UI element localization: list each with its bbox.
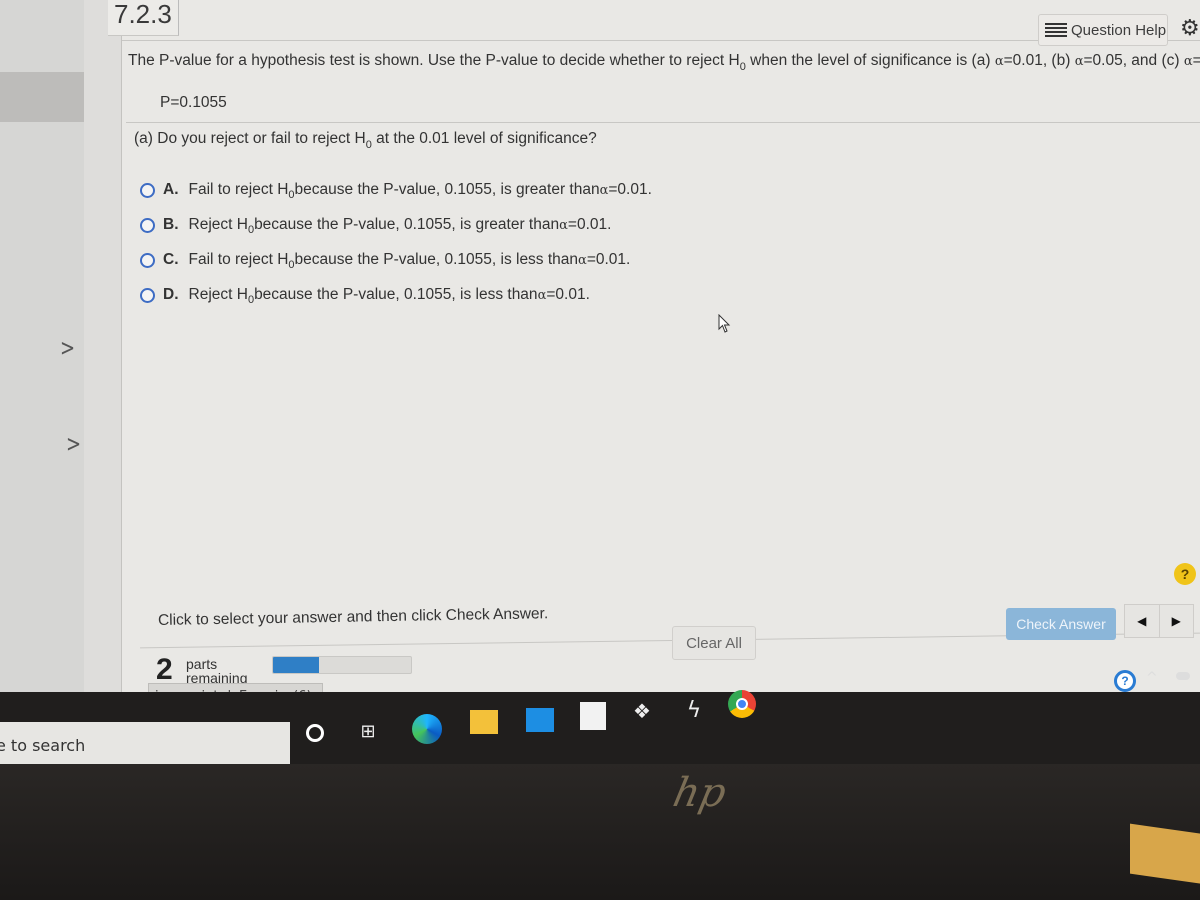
chevron-right-icon[interactable]: > bbox=[66, 431, 81, 458]
help-icon[interactable]: ? bbox=[1174, 563, 1196, 585]
mouse-cursor-icon bbox=[718, 314, 731, 333]
question-panel bbox=[122, 0, 1200, 692]
radio-button[interactable] bbox=[140, 217, 155, 233]
next-icon[interactable]: ▶ bbox=[1158, 605, 1194, 637]
chrome-icon[interactable] bbox=[728, 690, 756, 718]
store-icon[interactable] bbox=[580, 702, 606, 730]
part-a-question: (a) Do you reject or fail to reject H0 a… bbox=[134, 130, 597, 151]
hp-logo: hp bbox=[669, 770, 731, 816]
laptop-bezel bbox=[0, 764, 1200, 900]
clear-all-button[interactable]: Clear All bbox=[672, 626, 756, 660]
choice-d[interactable]: D. Reject H0 because the P-value, 0.1055… bbox=[140, 286, 590, 306]
parts-remaining-label: parts remaining bbox=[186, 656, 248, 686]
section-number: 7.2.3 bbox=[108, 0, 179, 36]
list-icon bbox=[1045, 23, 1067, 37]
app-icon[interactable]: ϟ bbox=[684, 696, 704, 724]
question-prompt: The P-value for a hypothesis test is sho… bbox=[128, 52, 1200, 73]
sidebar-divider bbox=[84, 0, 122, 725]
progress-fill bbox=[273, 657, 319, 673]
question-nav: ◀ ▶ bbox=[1124, 604, 1194, 638]
mail-icon[interactable] bbox=[526, 708, 554, 732]
sidebar-selected-row[interactable] bbox=[0, 72, 84, 122]
edge-icon[interactable] bbox=[412, 714, 442, 744]
parts-remaining-count: 2 bbox=[156, 653, 173, 686]
radio-button[interactable] bbox=[140, 252, 155, 268]
parts-progress-bar bbox=[272, 656, 412, 674]
choice-a[interactable]: A. Fail to reject H0 because the P-value… bbox=[140, 181, 652, 201]
divider bbox=[126, 122, 1200, 123]
gear-icon[interactable]: ⚙ bbox=[1180, 18, 1200, 40]
tray-help-icon[interactable]: ? bbox=[1114, 670, 1136, 692]
chevron-right-icon[interactable]: > bbox=[60, 335, 75, 362]
dropbox-icon[interactable]: ❖ bbox=[628, 698, 656, 724]
radio-button[interactable] bbox=[140, 182, 155, 198]
previous-icon[interactable]: ◀ bbox=[1125, 605, 1159, 637]
question-help-button[interactable]: Question Help bbox=[1038, 14, 1168, 46]
choice-b[interactable]: B. Reject H0 because the P-value, 0.1055… bbox=[140, 216, 611, 236]
taskbar-search[interactable]: e to search bbox=[0, 722, 290, 766]
p-value: P=0.1055 bbox=[160, 94, 227, 111]
task-view-icon[interactable]: ⊞ bbox=[356, 718, 380, 744]
file-explorer-icon[interactable] bbox=[470, 710, 498, 734]
question-help-label: Question Help bbox=[1071, 21, 1167, 39]
choice-c[interactable]: C. Fail to reject H0 because the P-value… bbox=[140, 251, 630, 271]
onedrive-cloud-icon[interactable] bbox=[1176, 672, 1190, 680]
check-answer-button[interactable]: Check Answer bbox=[1006, 608, 1116, 640]
tray-chevron-up-icon[interactable]: ^ bbox=[1146, 670, 1158, 686]
radio-button[interactable] bbox=[140, 287, 155, 303]
cortana-icon[interactable] bbox=[302, 720, 328, 746]
